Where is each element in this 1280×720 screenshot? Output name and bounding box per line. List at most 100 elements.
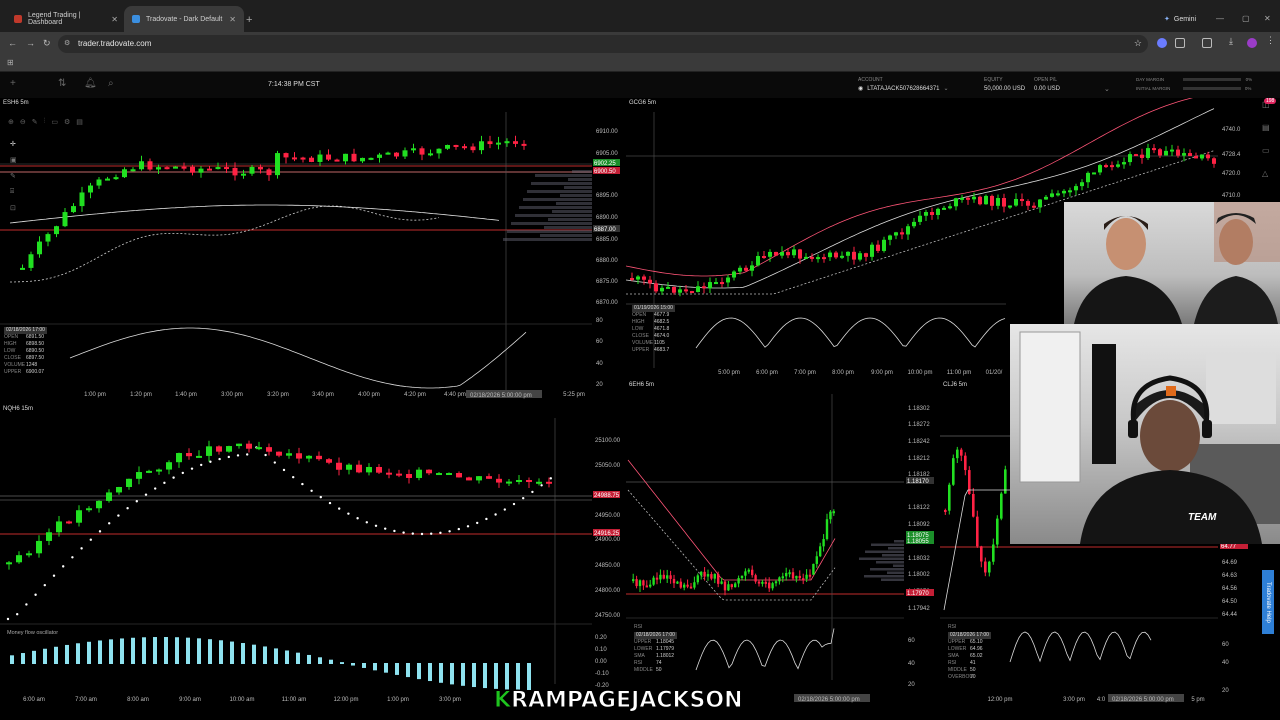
text-icon[interactable]: ⌸ <box>10 188 17 196</box>
chart-panel-6e[interactable]: 6EH6 5m 1.18302 1.18272 1.18242 1.18212 1.18… <box>626 380 938 708</box>
oscillator-bar <box>219 640 223 664</box>
site-info-icon[interactable]: ⚙ <box>64 39 70 47</box>
sidepanel-icon[interactable] <box>1202 38 1212 48</box>
candle <box>1056 193 1060 196</box>
chart-panel-es[interactable]: ESH6 5m ⊕ ⊖ ✎ ⫶ ▭ ⚙ ▤ ✛ ▣ ✎ ⌸ ⊡ 6910.00 6… <box>0 98 620 404</box>
tab-legend-trading[interactable]: Legend Trading | Dashboard ✕ <box>6 6 126 32</box>
add-icon[interactable]: + <box>10 78 16 89</box>
close-icon[interactable]: ✕ <box>229 15 236 24</box>
candle <box>130 169 136 172</box>
candle <box>258 166 263 170</box>
extension-icon[interactable] <box>1157 38 1167 48</box>
window-close-icon[interactable]: ✕ <box>1264 14 1271 23</box>
sar-dot <box>25 603 28 606</box>
nq-chart-canvas[interactable]: 25100.00 25050.00 24950.00 24900.00 24850.00… <box>0 404 620 708</box>
time-axis-label: 11:00 am <box>282 697 307 703</box>
account-selector[interactable]: ◉ LTATAJACK507628664371 ⌄ <box>858 85 949 93</box>
chart-panel-nq[interactable]: NQH6 15m 25100.00 25050.00 24950.00 24900.0… <box>0 404 620 708</box>
zoom-out-icon[interactable]: ⊖ <box>20 118 26 126</box>
candle <box>366 466 372 473</box>
candle <box>636 276 640 280</box>
price-axis-label: 24900.00 <box>595 537 620 543</box>
day-margin-label: DAY MARGIN <box>1136 77 1165 82</box>
bookmark-star-icon[interactable]: ☆ <box>1134 38 1142 49</box>
chart-title[interactable]: CLJ6 5m <box>943 382 967 388</box>
zoom-in-icon[interactable]: ⊕ <box>8 118 14 126</box>
candle <box>1134 154 1138 157</box>
candle <box>649 584 652 587</box>
time-axis-label: 11:00 pm <box>947 370 972 376</box>
candle <box>241 173 246 176</box>
indicator-icon[interactable]: ⫶ <box>44 118 46 126</box>
url-field[interactable]: ⚙ trader.tradovate.com ☆ <box>58 35 1148 53</box>
candle <box>761 581 764 584</box>
drawing-icon[interactable]: ✎ <box>32 118 38 126</box>
profile-avatar[interactable] <box>1247 38 1257 48</box>
template-icon[interactable]: ▤ <box>76 118 83 126</box>
volume-profile-bar <box>544 226 592 229</box>
reload-icon[interactable]: ↻ <box>43 38 51 49</box>
tab-tradovate[interactable]: Tradovate - Dark Default ✕ <box>124 6 244 32</box>
candle <box>834 252 838 258</box>
oscillator-bar <box>296 652 300 664</box>
open-pl-label: OPEN P/L <box>1034 77 1058 83</box>
day-margin-row: DAY MARGIN 0% <box>1136 77 1252 82</box>
alert-icon[interactable]: △ <box>1262 169 1270 178</box>
new-tab-button[interactable]: + <box>246 14 252 26</box>
price-axis-label: 1.18272 <box>908 422 930 428</box>
ohlc-high: 6898.50 <box>26 341 45 347</box>
tradovate-help-tab[interactable]: Tradovate Help <box>1262 570 1274 634</box>
extensions-puzzle-icon[interactable] <box>1175 38 1185 48</box>
dom-icon[interactable]: ▤ <box>1262 123 1270 132</box>
es-chart-canvas[interactable]: 6910.00 6905.00 6895.00 6890.00 6885.00 6880.… <box>0 98 620 404</box>
close-icon[interactable]: ✕ <box>111 15 118 24</box>
account-value: LTATAJACK507628664371 <box>867 85 940 92</box>
candle <box>1092 172 1096 175</box>
menu-dots-icon[interactable]: ⋮ <box>1266 35 1276 45</box>
lock-icon[interactable]: ⊡ <box>10 204 17 212</box>
candle <box>754 575 757 582</box>
oscillator-bar <box>54 646 58 664</box>
chart-title[interactable]: GCG6 5m <box>629 100 656 106</box>
bell-icon[interactable]: 🔔︎ <box>84 78 97 89</box>
oscillator-bar <box>153 637 157 664</box>
chart-title[interactable]: ESH6 5m <box>3 100 29 106</box>
volume-profile-bar <box>523 198 592 201</box>
sort-icon[interactable]: ⇅ <box>58 78 66 89</box>
search-icon[interactable]: ⌕ <box>108 78 114 89</box>
sar-dot <box>430 532 433 535</box>
apps-grid-icon[interactable]: ⊞ <box>7 58 14 67</box>
candle <box>1038 199 1042 208</box>
chevron-down-icon[interactable]: ⌄ <box>1104 85 1110 93</box>
settings-icon[interactable]: ⚙ <box>64 118 70 126</box>
crop-icon[interactable]: ▭ <box>51 118 58 126</box>
chat-icon[interactable]: ▭ <box>1262 146 1270 155</box>
pencil-icon[interactable]: ✎ <box>10 172 17 180</box>
gemini-button[interactable]: ✦ Gemini <box>1164 15 1196 24</box>
candle <box>720 581 723 584</box>
webcam-bottom: TEAM <box>1010 324 1280 544</box>
oscillator-bar <box>120 638 124 664</box>
volume-profile-bar <box>888 547 904 550</box>
download-icon[interactable]: ⤓ <box>1229 36 1239 46</box>
back-icon[interactable]: ← <box>8 38 17 48</box>
maximize-icon[interactable]: ▢ <box>1242 14 1250 23</box>
candle <box>996 518 999 545</box>
notification-badge[interactable]: 198 <box>1264 98 1277 104</box>
candle <box>952 458 955 485</box>
chart-title[interactable]: 6EH6 5m <box>629 382 654 388</box>
forward-icon[interactable]: → <box>26 38 35 48</box>
oscillator-bar <box>450 663 454 685</box>
candle <box>453 144 459 147</box>
crosshair-icon[interactable]: ✛ <box>10 140 17 148</box>
minimize-icon[interactable]: — <box>1216 14 1224 23</box>
chart-title[interactable]: NQH6 15m <box>3 406 33 412</box>
candle <box>768 582 771 589</box>
pointer-icon[interactable]: ▣ <box>10 156 17 164</box>
time-axis-label: 3:40 pm <box>312 392 334 398</box>
readout-lower: 64.96 <box>970 646 983 652</box>
url-text: trader.tradovate.com <box>78 39 152 48</box>
candle <box>822 257 826 260</box>
oscillator-bar <box>307 654 311 664</box>
candle <box>654 283 658 292</box>
